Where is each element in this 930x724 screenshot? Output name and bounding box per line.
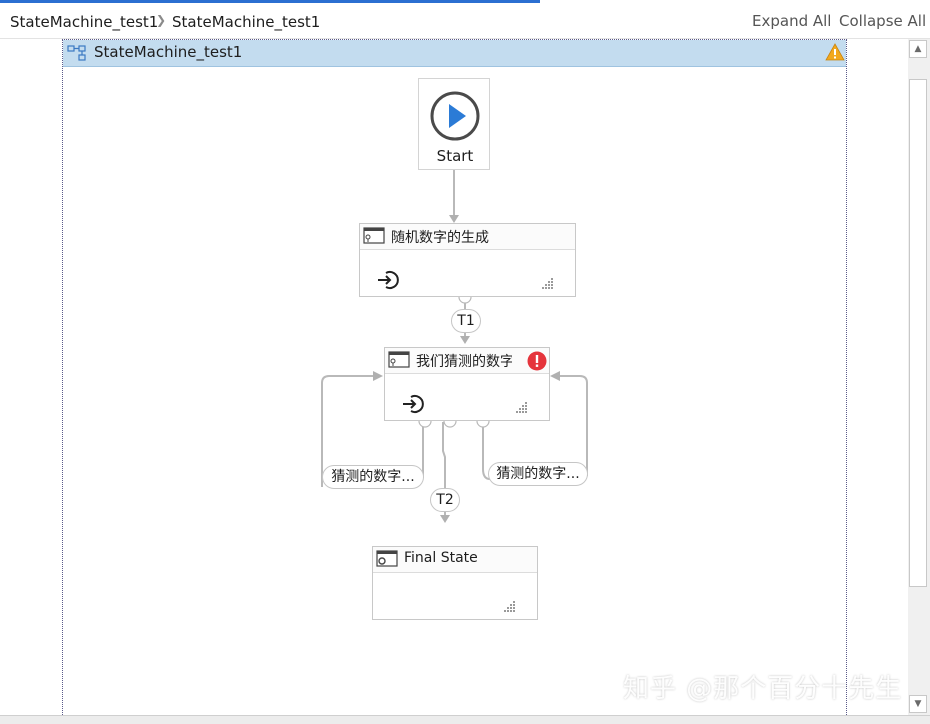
arrowhead bbox=[460, 336, 470, 344]
state-title: 我们猜测的数字 bbox=[416, 354, 512, 370]
arrowhead bbox=[449, 215, 459, 223]
state-guess-number[interactable]: 我们猜测的数字 bbox=[384, 347, 550, 421]
transition-label-t2[interactable]: T2 bbox=[430, 488, 460, 512]
state-final[interactable]: Final State bbox=[372, 546, 538, 620]
state-header: 我们猜测的数字 bbox=[385, 348, 549, 374]
state-title: Final State bbox=[404, 550, 478, 566]
breadcrumb-separator-icon: ❯ bbox=[156, 13, 167, 27]
designer-header: StateMachine_test1 ❯ StateMachine_test1 … bbox=[0, 3, 930, 39]
arrowhead bbox=[440, 515, 450, 523]
state-header: Final State bbox=[373, 547, 537, 573]
designer-canvas: StateMachine_test1 Start 随机数字的生成 我们猜测的数字… bbox=[0, 39, 908, 715]
state-icon bbox=[363, 227, 385, 244]
start-node[interactable]: Start bbox=[418, 78, 490, 170]
entry-arrow-icon[interactable] bbox=[402, 393, 426, 415]
arrowhead bbox=[550, 371, 560, 381]
resize-grip-icon[interactable] bbox=[516, 401, 528, 413]
final-state-icon bbox=[376, 550, 398, 567]
scroll-thumb[interactable] bbox=[909, 79, 927, 587]
breadcrumb-item-root[interactable]: StateMachine_test1 bbox=[10, 13, 158, 31]
transition-label-t1[interactable]: T1 bbox=[451, 309, 481, 333]
state-title: 随机数字的生成 bbox=[391, 230, 489, 246]
expand-all-button[interactable]: Expand All bbox=[752, 12, 831, 30]
transition-label-guess-left[interactable]: 猜测的数字... bbox=[322, 465, 424, 489]
scroll-down-button[interactable]: ▼ bbox=[909, 695, 927, 713]
state-icon bbox=[388, 351, 410, 368]
arrowhead bbox=[373, 371, 383, 381]
resize-grip-icon[interactable] bbox=[542, 277, 554, 289]
state-random-generate[interactable]: 随机数字的生成 bbox=[359, 223, 576, 297]
start-label: Start bbox=[436, 147, 474, 165]
play-circle-icon bbox=[430, 91, 480, 141]
scroll-up-button[interactable]: ▲ bbox=[909, 40, 927, 58]
resize-grip-icon[interactable] bbox=[504, 600, 516, 612]
collapse-all-button[interactable]: Collapse All bbox=[839, 12, 926, 30]
vertical-scrollbar[interactable]: ▲ ▼ bbox=[908, 39, 930, 715]
watermark-text: 知乎 @那个百分十先生 bbox=[623, 674, 903, 704]
entry-arrow-icon[interactable] bbox=[377, 269, 401, 291]
transition-label-guess-right[interactable]: 猜测的数字... bbox=[488, 462, 588, 486]
breadcrumb-item-current[interactable]: StateMachine_test1 bbox=[172, 13, 320, 31]
error-icon[interactable] bbox=[527, 351, 547, 371]
state-header: 随机数字的生成 bbox=[360, 224, 575, 250]
